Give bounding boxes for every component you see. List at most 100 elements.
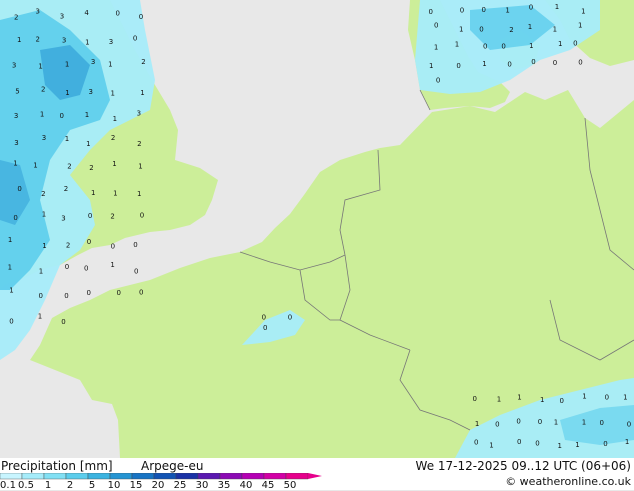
precip-value-marker: 1 [42,210,46,218]
precip-value-marker: 0 [436,77,440,85]
site-credit[interactable]: © weatheronline.co.uk [505,475,631,489]
precip-value-marker: 0 [429,8,433,16]
precip-value-marker: 1 [65,135,69,143]
precip-value-marker: 1 [540,396,544,404]
scale-arrow [308,473,322,479]
precip-value-marker: 3 [61,215,65,223]
precip-value-marker: 1 [40,110,44,118]
scale-swatch [219,473,243,480]
precip-value-marker: 0 [60,112,64,120]
precip-value-marker: 1 [555,3,559,11]
precip-value-marker: 0 [111,243,115,251]
precip-value-marker: 1 [482,60,486,68]
scale-swatch [109,473,133,480]
precip-value-marker: 2 [67,163,71,171]
precip-value-marker: 0 [482,6,486,14]
precip-value-marker: 0 [65,263,69,271]
precip-value-marker: 0 [134,267,138,275]
precip-value-marker: 1 [137,190,141,198]
precip-value-marker: 1 [489,442,493,450]
precip-value-marker: 0 [139,13,143,21]
precip-value-marker: 2 [509,26,513,34]
precip-value-marker: 2 [66,242,70,250]
precip-value-marker: 0 [87,289,91,297]
precip-value-marker: 1 [505,7,509,15]
precip-value-marker: 1 [517,394,521,402]
precip-value-marker: 1 [65,89,69,97]
precip-value-marker: 0 [87,238,91,246]
precip-value-marker: 1 [111,90,115,98]
precip-value-marker: 0 [17,185,21,193]
precip-value-marker: 1 [558,40,562,48]
precip-value-marker: 0 [600,419,604,427]
scale-swatch [241,473,265,480]
precip-value-marker: 0 [473,395,477,403]
precip-value-marker: 1 [112,160,116,168]
precip-value-marker: 1 [113,115,117,123]
precip-value-marker: 1 [553,26,557,34]
precipitation-map: 233 4 0 01 2 3 1 3 03 1 1 3 1 25 2 1 3 1 13 1 0 1 1333 11221 1 2 2… [0,0,634,458]
precip-value-marker: 0 [495,421,499,429]
precip-title: Precipitation [mm] [1,459,113,473]
precip-value-marker: 1 [85,111,89,119]
precip-value-marker: 3 [89,88,93,96]
precip-value-marker: 4 [84,9,89,17]
precip-value-marker: 0 [84,264,88,272]
scale-swatch [197,473,221,480]
precip-value-marker: 2 [14,14,18,22]
precip-value-marker: 0 [263,324,267,332]
precip-value-marker: 0 [516,418,520,426]
precip-value-marker: 0 [460,7,464,15]
precip-value-marker: 3 [36,8,40,16]
scale-swatch [21,473,45,480]
scale-swatch [175,473,199,480]
precip-value-marker: 0 [501,43,505,51]
scale-swatch [65,473,89,480]
precip-value-marker: 2 [110,213,114,221]
precip-value-marker: 0 [434,22,438,30]
scale-swatch [87,473,111,480]
precip-value-marker: 1 [554,419,558,427]
precip-value-marker: 0 [603,440,607,448]
precip-value-marker: 1 [581,8,585,16]
precip-value-marker: 2 [137,140,141,148]
scale-swatch [131,473,155,480]
precip-value-marker: 1 [138,163,142,171]
precip-value-marker: 1 [582,392,586,400]
precip-value-marker: 0 [61,318,65,326]
precip-value-marker: 0 [531,58,535,66]
precip-value-marker: 1 [497,396,501,404]
precip-value-marker: 1 [582,419,586,427]
precip-value-marker: 1 [33,161,37,169]
precip-value-marker: 1 [434,44,438,52]
precip-value-marker: 3 [91,58,95,66]
precip-value-marker: 0 [9,318,13,326]
precip-value-marker: 1 [528,23,532,31]
model-name: Arpege-eu [141,459,204,473]
precip-value-marker: 1 [459,26,463,34]
precip-value-marker: 1 [38,313,42,321]
scale-swatch [285,473,309,480]
precip-value-marker: 0 [517,438,521,446]
precip-value-marker: 0 [578,58,582,66]
precip-value-marker: 0 [507,61,511,69]
precip-value-marker: 1 [17,36,21,44]
precip-value-marker: 0 [64,292,68,300]
precip-value-marker: 1 [623,393,627,401]
precip-value-marker: 0 [116,9,120,17]
precip-value-marker: 1 [39,268,43,276]
precip-value-marker: 0 [288,313,292,321]
precip-value-marker: 1 [85,38,89,46]
precip-value-marker: 1 [575,441,579,449]
precip-value-marker: 1 [8,264,12,272]
precip-value-marker: 1 [38,62,42,70]
precip-value-marker: 0 [605,393,609,401]
precip-value-marker: 0 [529,4,533,12]
precip-value-marker: 3 [42,134,46,142]
precip-value-marker: 3 [109,38,113,46]
precip-value-marker: 3 [62,37,66,45]
precip-value-marker: 0 [139,289,143,297]
precip-value-marker: 3 [60,13,64,21]
precip-value-marker: 5 [15,88,19,96]
precip-value-marker: 0 [573,40,577,48]
